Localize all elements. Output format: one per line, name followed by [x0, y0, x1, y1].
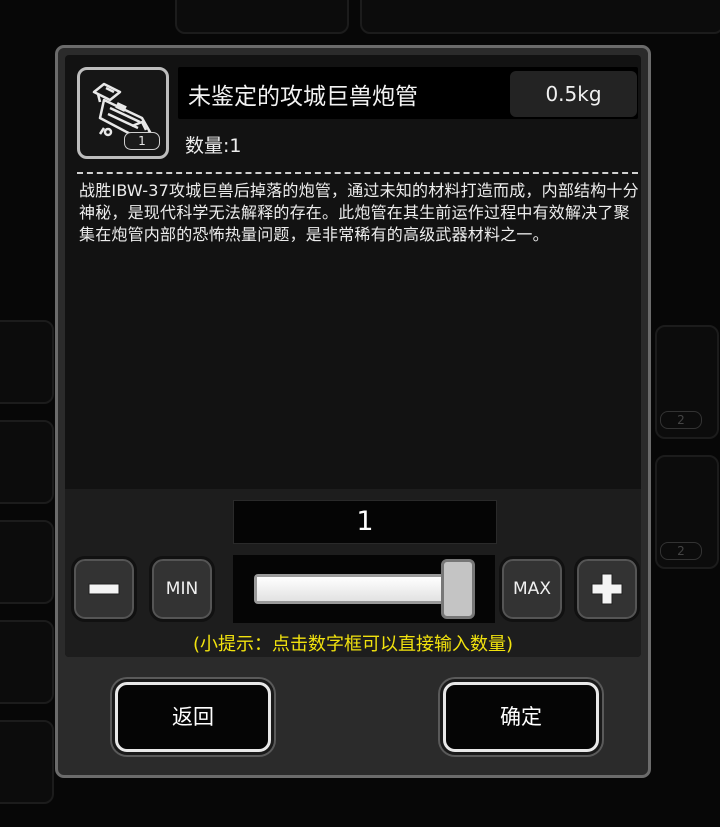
background-slot: [0, 320, 54, 404]
slider-fill: [257, 577, 449, 601]
minus-icon: [88, 583, 120, 595]
plus-icon: [591, 573, 623, 605]
item-weight: 0.5kg: [510, 71, 637, 117]
back-button[interactable]: 返回: [115, 682, 271, 752]
background-slot: [0, 720, 54, 804]
min-label: MIN: [165, 579, 199, 599]
background-badge: 2: [660, 542, 702, 560]
quantity-slider[interactable]: [233, 555, 495, 623]
max-button[interactable]: MAX: [499, 556, 565, 622]
background-slot: [0, 520, 54, 604]
item-dialog: 1 未鉴定的攻城巨兽炮管 0.5kg 数量:1 战胜IBW-37攻城巨兽后掉落的…: [55, 45, 651, 778]
decrease-button[interactable]: [71, 556, 137, 622]
item-count-badge: 1: [124, 132, 160, 150]
quantity-input[interactable]: 1: [233, 500, 497, 544]
item-name-bar: 未鉴定的攻城巨兽炮管 0.5kg: [178, 67, 638, 119]
slider-track[interactable]: [254, 574, 452, 604]
slider-thumb[interactable]: [441, 559, 475, 619]
hint-text: (小提示：点击数字框可以直接输入数量): [192, 634, 514, 655]
background-slot: [175, 0, 349, 34]
item-name: 未鉴定的攻城巨兽炮管: [188, 84, 418, 110]
background-badge: 2: [660, 411, 702, 429]
item-icon-slot: 1: [77, 67, 169, 159]
min-button[interactable]: MIN: [149, 556, 215, 622]
background-slot: [0, 420, 54, 504]
increase-button[interactable]: [574, 556, 640, 622]
item-description: 战胜IBW-37攻城巨兽后掉落的炮管，通过未知的材料打造而成，内部结构十分神秘，…: [79, 181, 639, 244]
max-label: MAX: [513, 579, 551, 599]
item-quantity-label: 数量:1: [185, 135, 242, 157]
item-info-panel: 1 未鉴定的攻城巨兽炮管 0.5kg 数量:1 战胜IBW-37攻城巨兽后掉落的…: [65, 55, 641, 657]
background-slot: [360, 0, 720, 34]
confirm-button[interactable]: 确定: [443, 682, 599, 752]
background-slot: [0, 620, 54, 704]
divider: [77, 172, 638, 174]
